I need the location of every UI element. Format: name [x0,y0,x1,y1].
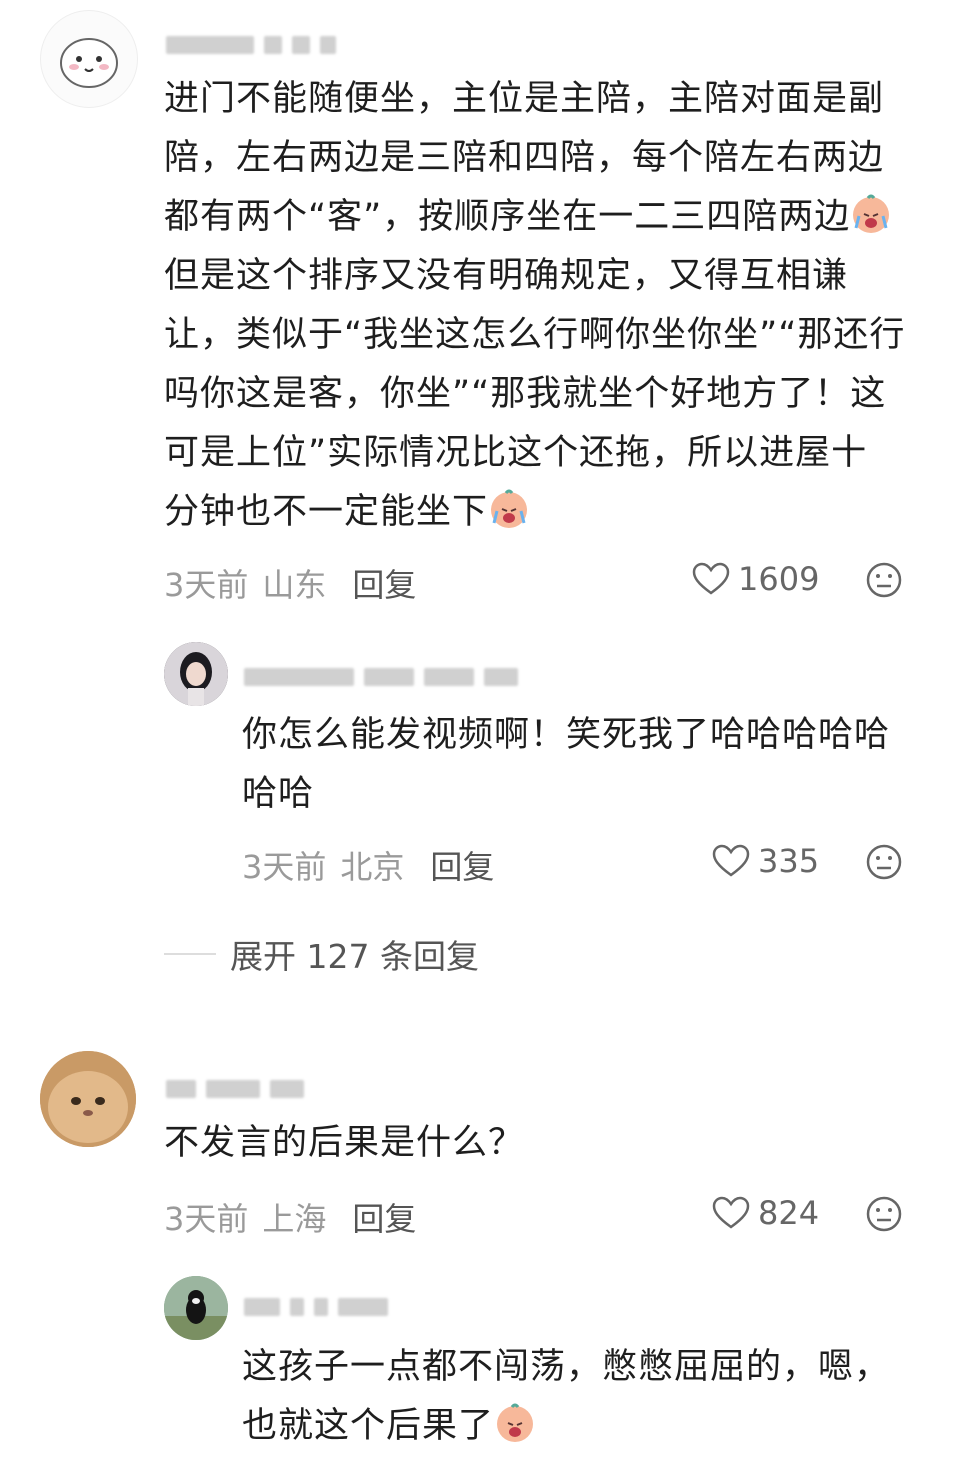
username-blurred[interactable] [166,1080,314,1098]
username-blurred[interactable] [244,668,528,686]
crying-emoji [853,194,890,233]
like-count: 335 [758,842,820,880]
like-icon [712,1196,750,1229]
comment-meta: 3天前 上海 回复 [164,1194,416,1240]
like-count: 824 [758,1194,820,1232]
like-icon [692,562,730,595]
like-count: 1609 [738,560,820,598]
like-button[interactable]: 824 [712,1194,819,1232]
like-button[interactable]: 1609 [692,560,819,598]
like-button[interactable]: 335 [712,842,819,880]
timestamp: 3天前 [242,848,327,886]
dislike-icon[interactable] [866,844,902,880]
comment-text: 进门不能随便坐，主位是主陪，主陪对面是副 陪，左右两边是三陪和四陪，每个陪左右两… [164,79,906,532]
comment-text: 这孩子一点都不闯荡，憋憋屈屈的，嗯， 也就这个后果了 [242,1347,891,1446]
avatar[interactable] [164,642,228,706]
location: 北京 [340,848,405,886]
username-blurred[interactable] [166,36,346,54]
dislike-icon[interactable] [866,562,902,598]
location: 山东 [262,566,327,604]
comment-meta: 3天前 北京 回复 [242,842,494,888]
comment-meta: 3天前 山东 回复 [164,560,416,606]
like-icon [712,844,750,877]
comment-text: 你怎么能发视频啊！笑死我了哈哈哈哈哈 哈哈 [242,715,891,814]
expand-replies-button[interactable]: 展开 127 条回复 [164,930,479,978]
divider [164,953,216,955]
avatar[interactable] [164,1276,228,1340]
username-blurred[interactable] [244,1298,398,1316]
avatar[interactable] [40,10,138,108]
reply-button[interactable]: 回复 [352,1194,416,1240]
avatar[interactable] [40,1051,136,1147]
crying-emoji [497,1403,534,1442]
dislike-icon[interactable] [866,1196,902,1232]
timestamp: 3天前 [164,1200,249,1238]
location: 上海 [262,1200,327,1238]
timestamp: 3天前 [164,566,249,604]
reply-button[interactable]: 回复 [430,842,494,888]
expand-label: 展开 127 条回复 [230,937,479,976]
reply-button[interactable]: 回复 [352,560,416,606]
crying-emoji [491,489,528,528]
comment-text: 不发言的后果是什么？ [164,1123,525,1163]
